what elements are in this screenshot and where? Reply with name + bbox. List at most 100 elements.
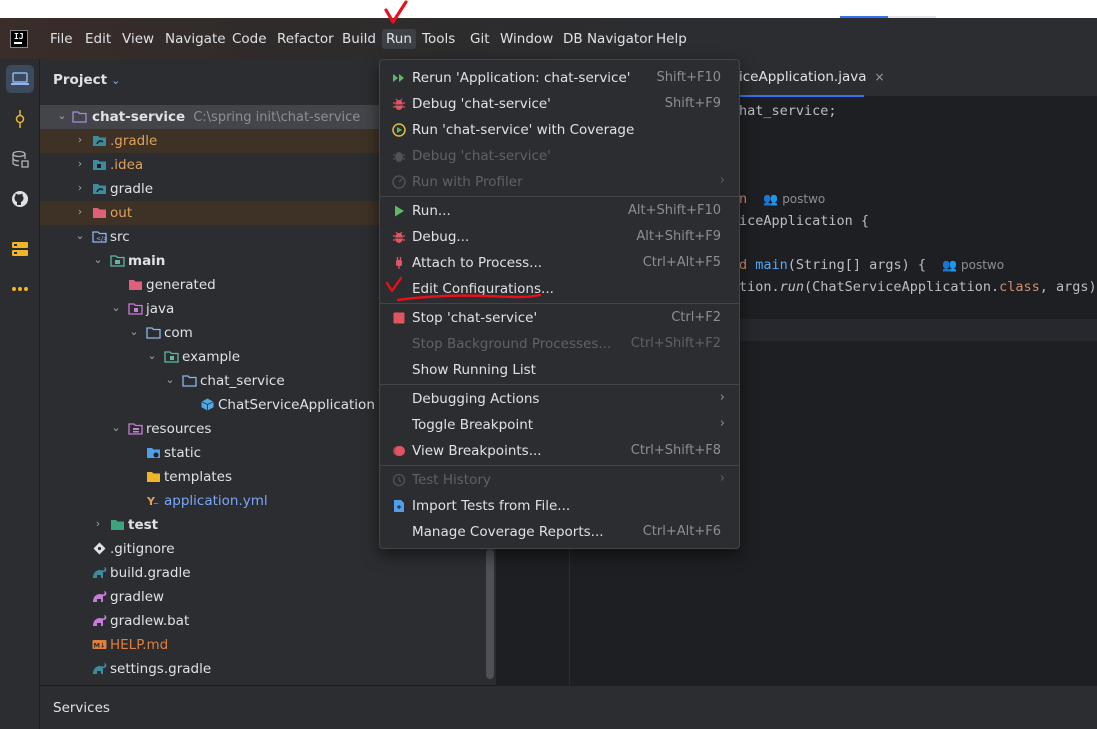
code-line[interactable]: d main(String[] args) { 👥 postwo — [739, 257, 1004, 273]
active-tab-underline — [739, 95, 864, 97]
chevron-right-icon[interactable]: › — [74, 133, 86, 147]
idea-folder-icon — [93, 160, 106, 170]
more-icon[interactable] — [6, 275, 34, 303]
tree-label: application.yml — [164, 493, 268, 509]
code-line[interactable]: iceApplication { — [739, 213, 869, 229]
menu-build[interactable]: Build — [340, 29, 378, 49]
menu-item-toggle-breakpoint[interactable]: Toggle Breakpoint › — [380, 413, 739, 437]
chevron-down-icon[interactable]: ⌄ — [128, 325, 140, 339]
menu-item-view-breakpoints[interactable]: View Breakpoints... Ctrl+Shift+F8 — [380, 439, 739, 463]
menu-label: Stop Background Processes... — [412, 336, 612, 352]
menu-file[interactable]: File — [48, 29, 75, 49]
menu-tools[interactable]: Tools — [420, 29, 457, 49]
menu-item-debug-chat-service[interactable]: Debug 'chat-service' Shift+F9 — [380, 92, 739, 116]
menu-item-rerun[interactable]: Rerun 'Application: chat-service' Shift+… — [380, 66, 739, 90]
menu-code[interactable]: Code — [230, 29, 269, 49]
code-keyword: class — [999, 279, 1040, 295]
menu-shortcut: Alt+Shift+F9 — [636, 229, 721, 244]
menu-item-test-history[interactable]: Test History › — [380, 468, 739, 492]
red-checkmark-annotation — [384, 0, 408, 24]
chevron-down-icon[interactable]: ⌄ — [110, 421, 122, 435]
coverage-icon — [392, 123, 406, 137]
close-icon[interactable]: × — [875, 70, 885, 84]
menu-window[interactable]: Window — [498, 29, 555, 49]
chevron-down-icon[interactable]: ⌄ — [164, 373, 176, 387]
menu-item-attach-to-process[interactable]: Attach to Process... Ctrl+Alt+F5 — [380, 251, 739, 275]
package-folder-icon — [146, 327, 161, 339]
tree-row[interactable]: settings.gradle — [40, 657, 496, 681]
chevron-down-icon[interactable]: ⌄ — [56, 109, 68, 123]
editor-tab[interactable]: iceApplication.java × — [739, 69, 885, 85]
gradle-folder-icon — [93, 136, 106, 146]
code-line[interactable]: n 👥 postwo — [739, 191, 825, 207]
code-author-hint: 👥 postwo — [942, 258, 1004, 272]
menu-label: Debug 'chat-service' — [412, 96, 551, 112]
menu-edit[interactable]: Edit — [83, 29, 113, 49]
menu-item-show-running-list[interactable]: Show Running List — [380, 358, 739, 382]
tree-row[interactable]: gradlew — [40, 585, 496, 609]
menu-db-navigator[interactable]: DB Navigator — [561, 29, 655, 49]
menu-item-run-with-coverage[interactable]: Run 'chat-service' with Coverage — [380, 118, 739, 142]
project-header[interactable]: Project ⌄ — [53, 72, 120, 88]
tree-scrollbar[interactable] — [486, 549, 494, 679]
github-icon[interactable] — [6, 185, 34, 213]
menu-label: Stop 'chat-service' — [412, 310, 538, 326]
project-icon[interactable] — [6, 65, 34, 93]
code-keyword: d — [739, 257, 748, 273]
code-line[interactable]: tion.run(ChatServiceApplication.class, a… — [739, 279, 1097, 295]
tree-label: generated — [146, 277, 216, 293]
chevron-down-icon[interactable]: ⌄ — [146, 349, 158, 363]
menu-view[interactable]: View — [120, 29, 156, 49]
menu-item-debugging-actions[interactable]: Debugging Actions › — [380, 387, 739, 411]
menu-item-import-tests[interactable]: Import Tests from File... — [380, 494, 739, 518]
menu-item-stop-background[interactable]: Stop Background Processes... Ctrl+Shift+… — [380, 332, 739, 356]
hint-text: postwo — [782, 192, 826, 206]
chevron-right-icon[interactable]: › — [92, 517, 104, 531]
intellij-logo-icon[interactable]: IJ — [10, 30, 28, 48]
chevron-down-icon[interactable]: ⌄ — [110, 301, 122, 315]
code-line[interactable]: hat_service; — [739, 103, 837, 119]
tree-label: gradlew.bat — [110, 613, 190, 629]
menu-item-debug[interactable]: Debug... Alt+Shift+F9 — [380, 225, 739, 249]
chevron-right-icon: › — [719, 471, 725, 486]
gradle-file-icon — [93, 567, 107, 578]
chevron-right-icon[interactable]: › — [74, 181, 86, 195]
gradlew-bat-icon — [93, 615, 107, 626]
code-keyword: n — [739, 191, 748, 207]
services-tool-window[interactable]: Services — [40, 685, 1097, 729]
chevron-down-icon[interactable]: ⌄ — [111, 74, 120, 87]
tree-label: static — [164, 445, 202, 461]
tree-row[interactable]: gradlew.bat — [40, 609, 496, 633]
menu-git[interactable]: Git — [468, 29, 492, 49]
tree-row[interactable]: build.gradle — [40, 561, 496, 585]
menu-label: Show Running List — [412, 362, 536, 378]
menu-item-run-with-profiler[interactable]: Run with Profiler › — [380, 170, 739, 194]
tree-row[interactable]: M↓ HELP.md — [40, 633, 496, 657]
package-folder-icon — [164, 351, 179, 363]
run-icon — [395, 205, 404, 217]
database-icon[interactable] — [6, 145, 34, 173]
tool-window-strip — [0, 59, 40, 729]
menu-item-run[interactable]: Run... Alt+Shift+F10 — [380, 199, 739, 223]
menu-separator — [380, 384, 739, 385]
chevron-right-icon[interactable]: › — [74, 205, 86, 219]
menu-refactor[interactable]: Refactor — [275, 29, 336, 49]
chevron-down-icon[interactable]: ⌄ — [74, 229, 86, 243]
menu-label: Rerun 'Application: chat-service' — [412, 70, 631, 86]
tree-label: com — [164, 325, 193, 341]
tree-label: gradle — [110, 181, 154, 197]
services-icon[interactable] — [6, 235, 34, 263]
menu-help[interactable]: Help — [654, 29, 689, 49]
commit-icon[interactable] — [6, 105, 34, 133]
menu-navigate[interactable]: Navigate — [163, 29, 228, 49]
chevron-down-icon[interactable]: ⌄ — [92, 253, 104, 267]
resources-folder-icon — [128, 423, 143, 435]
menu-item-stop[interactable]: Stop 'chat-service' Ctrl+F2 — [380, 306, 739, 330]
menu-shortcut: Ctrl+Shift+F2 — [630, 336, 721, 351]
menu-shortcut: Ctrl+Alt+F5 — [642, 255, 721, 270]
menu-run[interactable]: Run — [382, 29, 416, 49]
chevron-right-icon[interactable]: › — [74, 157, 86, 171]
menu-item-debug-disabled[interactable]: Debug 'chat-service' — [380, 144, 739, 168]
menu-item-manage-coverage[interactable]: Manage Coverage Reports... Ctrl+Alt+F6 — [380, 520, 739, 544]
tree-label: HELP.md — [110, 637, 169, 653]
